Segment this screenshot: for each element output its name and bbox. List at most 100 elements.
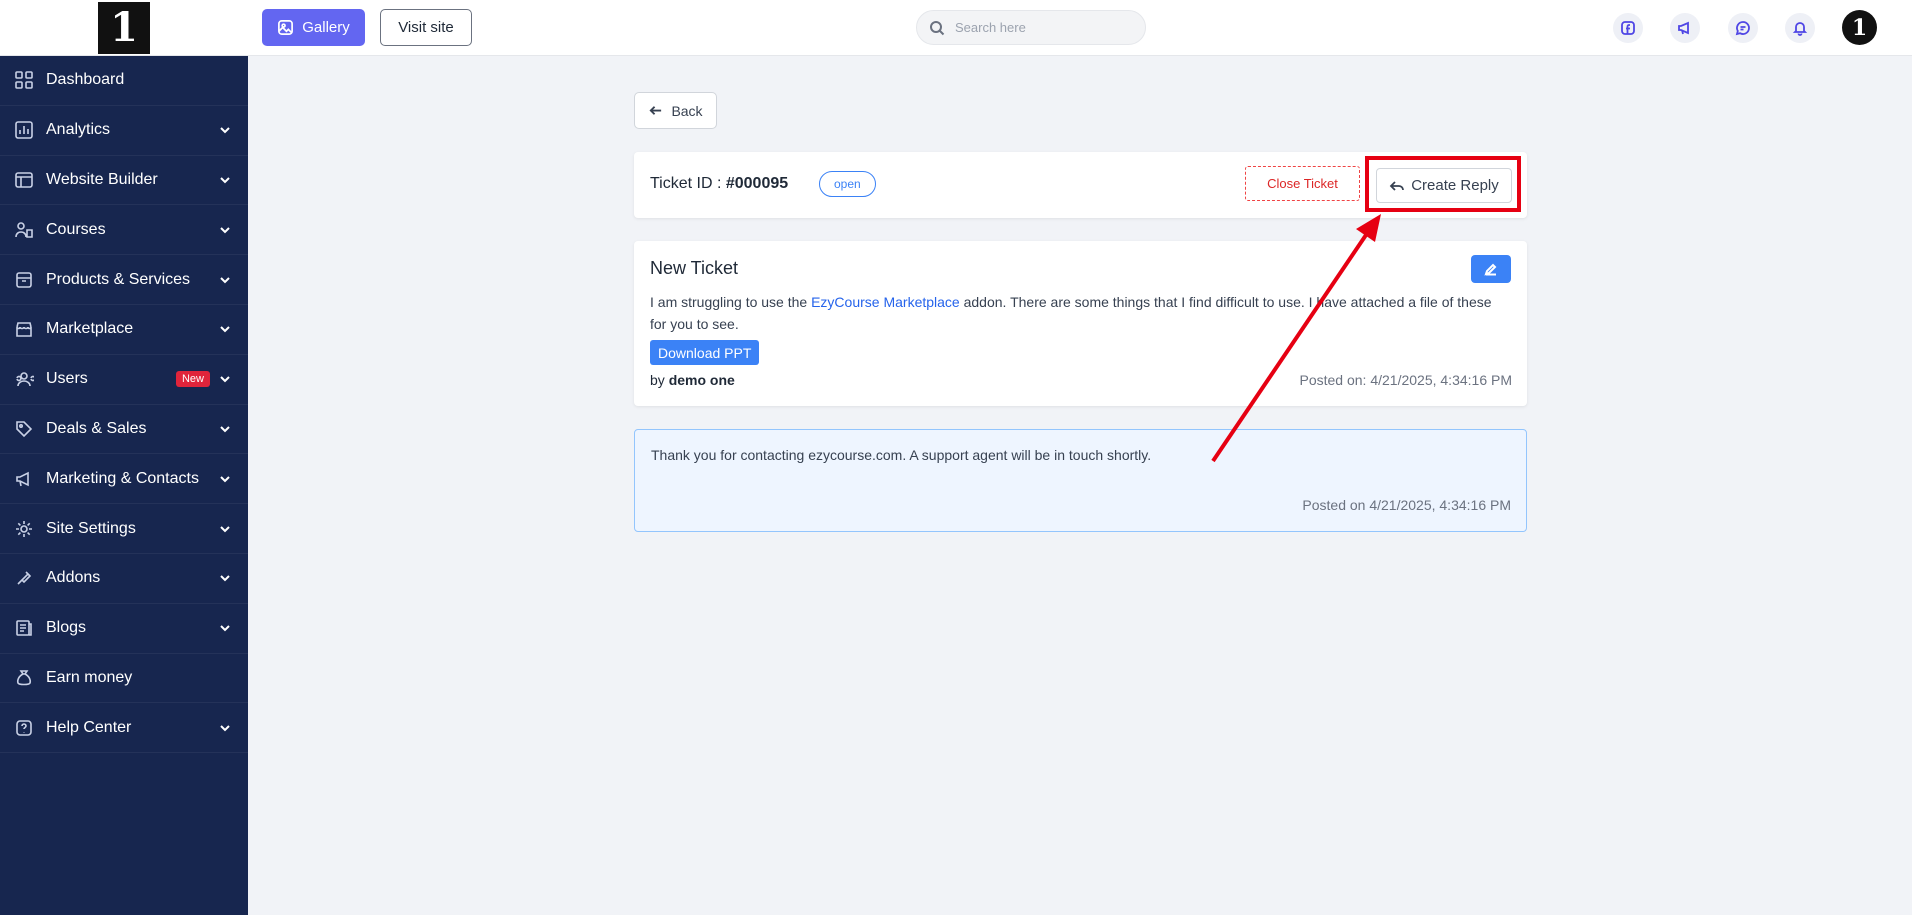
chevron-down-icon [218, 223, 232, 237]
sidebar-item-addons[interactable]: Addons [0, 554, 248, 604]
sidebar-item-marketing-contacts[interactable]: Marketing & Contacts [0, 454, 248, 505]
sidebar-item-label: Earn money [46, 668, 133, 686]
ticket-id: Ticket ID : #000095 [650, 175, 788, 193]
search-input[interactable] [955, 20, 1135, 35]
sidebar-item-blogs[interactable]: Blogs [0, 604, 248, 654]
close-ticket-button[interactable]: Close Ticket [1245, 166, 1360, 201]
analytics-icon [14, 120, 34, 140]
megaphone-icon [14, 469, 34, 489]
website-builder-icon [14, 170, 34, 190]
sidebar-item-users[interactable]: Users New [0, 355, 248, 405]
visit-site-label: Visit site [398, 19, 454, 36]
visit-site-button[interactable]: Visit site [380, 9, 472, 46]
sidebar-item-label: Analytics [46, 121, 111, 139]
chevron-down-icon [218, 273, 232, 287]
new-badge: New [175, 371, 210, 388]
site-logo[interactable]: 1 [98, 1, 150, 54]
arrow-left-icon [649, 106, 662, 115]
ticket-id-value: #000095 [725, 175, 789, 192]
sidebar-item-label: Courses [46, 220, 106, 238]
sidebar-item-website-builder[interactable]: Website Builder [0, 156, 248, 206]
sidebar-item-label: Addons [46, 569, 101, 587]
search-box[interactable] [916, 10, 1146, 45]
chevron-down-icon [218, 322, 232, 336]
sidebar-item-help-center[interactable]: Help Center [0, 703, 248, 754]
sidebar: 1 Dashboard Analytics Website Builder Co… [0, 0, 248, 915]
bell-icon[interactable] [1785, 13, 1815, 43]
settings-icon [14, 519, 34, 539]
download-ppt-button[interactable]: Download PPT [650, 340, 760, 365]
pencil-icon [1484, 263, 1497, 276]
close-ticket-label: Close Ticket [1267, 176, 1338, 191]
sidebar-item-site-settings[interactable]: Site Settings [0, 504, 248, 554]
edit-button[interactable] [1471, 255, 1511, 283]
chevron-down-icon [218, 422, 232, 436]
sidebar-item-label: Dashboard [46, 71, 125, 89]
sidebar-item-marketplace[interactable]: Marketplace [0, 305, 248, 355]
back-label: Back [671, 102, 703, 119]
sidebar-item-earn-money[interactable]: Earn money [0, 654, 248, 704]
help-icon [14, 718, 34, 738]
sidebar-item-label: Marketing & Contacts [46, 469, 199, 487]
addons-icon [14, 568, 34, 588]
chevron-down-icon [218, 123, 232, 137]
annotation-highlight-box [1365, 156, 1521, 212]
reply-posted-date: Posted on 4/21/2025, 4:34:16 PM [1302, 497, 1511, 513]
chevron-down-icon [218, 372, 232, 386]
sidebar-item-label: Marketplace [46, 320, 134, 338]
sidebar-item-label: Users [46, 370, 88, 388]
reply-text: Thank you for contacting ezycourse.com. … [651, 447, 1152, 463]
author-prefix: by [650, 372, 669, 388]
megaphone-icon[interactable] [1670, 13, 1700, 43]
search-icon [930, 20, 945, 35]
chevron-down-icon [218, 721, 232, 735]
gallery-label: Gallery [302, 19, 350, 36]
auto-reply-card: Thank you for contacting ezycourse.com. … [634, 429, 1527, 532]
marketplace-icon [14, 319, 34, 339]
ticket-id-label: Ticket ID : [650, 175, 726, 192]
chevron-down-icon [218, 173, 232, 187]
topbar: Gallery Visit site 1 [248, 0, 1912, 56]
blogs-icon [14, 618, 34, 638]
sidebar-item-label: Blogs [46, 619, 87, 637]
marketplace-link[interactable]: EzyCourse Marketplace [811, 294, 960, 310]
sidebar-item-label: Website Builder [46, 170, 158, 188]
ticket-message-card: New Ticket I am struggling to use the Ez… [634, 241, 1527, 406]
chat-icon[interactable] [1728, 13, 1758, 43]
sidebar-item-deals-sales[interactable]: Deals & Sales [0, 405, 248, 455]
author-name: demo one [668, 372, 735, 388]
chevron-down-icon [218, 472, 232, 486]
ticket-posted-date: Posted on: 4/21/2025, 4:34:16 PM [1299, 372, 1513, 388]
money-bag-icon [14, 668, 34, 688]
ticket-body-text: I am struggling to use the [650, 294, 812, 310]
ticket-body: I am struggling to use the EzyCourse Mar… [650, 291, 1510, 335]
back-button[interactable]: Back [634, 92, 717, 129]
facebook-icon[interactable] [1613, 13, 1643, 43]
logo-glyph: 1 [110, 3, 138, 51]
dashboard-icon [14, 70, 34, 90]
gallery-icon [278, 20, 294, 35]
sidebar-item-label: Help Center [46, 718, 132, 736]
sidebar-item-products-services[interactable]: Products & Services [0, 255, 248, 305]
products-icon [14, 270, 34, 290]
sidebar-item-label: Site Settings [46, 519, 136, 537]
sidebar-item-dashboard[interactable]: Dashboard [0, 56, 248, 106]
ticket-author: by demo one [650, 372, 735, 388]
avatar-glyph: 1 [1851, 14, 1868, 41]
download-ppt-label: Download PPT [658, 344, 752, 361]
tag-icon [14, 419, 34, 439]
chevron-down-icon [218, 522, 232, 536]
status-badge: open [819, 171, 876, 197]
logo-container[interactable]: 1 [0, 0, 248, 56]
sidebar-nav: Dashboard Analytics Website Builder Cour… [0, 56, 248, 754]
sidebar-item-analytics[interactable]: Analytics [0, 106, 248, 156]
users-icon [14, 369, 34, 389]
chevron-down-icon [218, 621, 232, 635]
sidebar-item-label: Products & Services [46, 270, 191, 288]
avatar[interactable]: 1 [1842, 10, 1877, 45]
sidebar-item-label: Deals & Sales [46, 419, 147, 437]
courses-icon [14, 220, 34, 240]
gallery-button[interactable]: Gallery [262, 9, 365, 46]
sidebar-item-courses[interactable]: Courses [0, 205, 248, 256]
ticket-title: New Ticket [650, 258, 739, 278]
